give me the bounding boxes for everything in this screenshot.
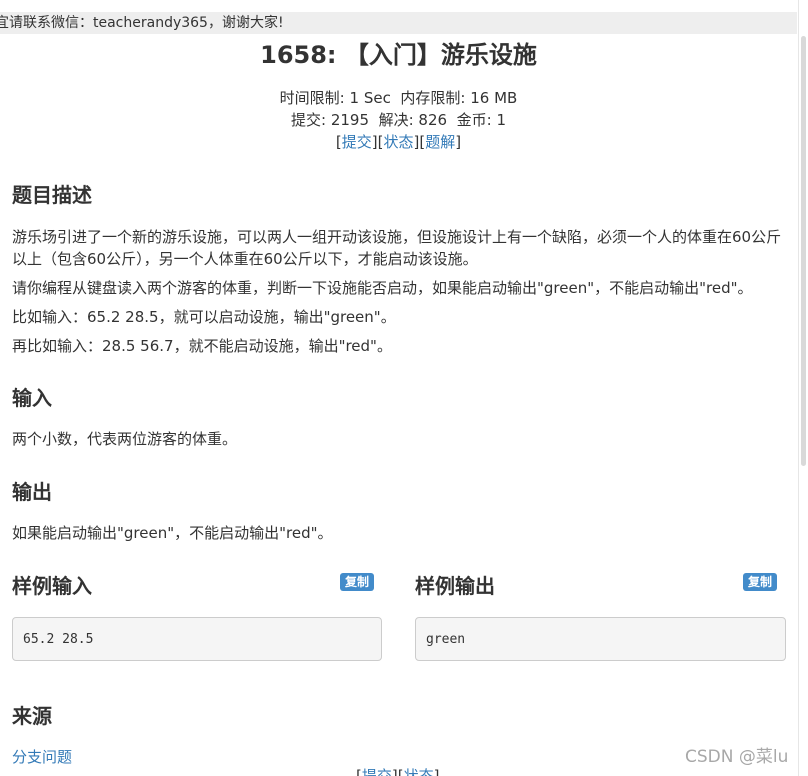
description-paragraph-2: 请你编程从键盘读入两个游客的体重，判断一下设施能否启动，如果能启动输出"gree… (12, 279, 753, 297)
sample-input-heading: 样例输入 (12, 574, 92, 598)
footer-actions: [提交][状态] (356, 767, 439, 776)
output-heading: 输出 (12, 480, 52, 504)
vertical-scrollbar[interactable] (798, 0, 808, 776)
solved-count-label: 解决: (378, 111, 414, 129)
copy-sample-output-button[interactable]: 复制 (743, 573, 778, 591)
scrollbar-thumb[interactable] (801, 36, 806, 466)
status-link[interactable]: 状态 (383, 133, 413, 151)
description-paragraph-3: 比如输入：65.2 28.5，就可以启动设施，输出"green"。 (12, 308, 396, 326)
submit-count: 2195 (330, 111, 370, 129)
memory-limit-value: 16 MB (470, 89, 518, 107)
copy-sample-input-button[interactable]: 复制 (340, 573, 375, 591)
sample-output-heading: 样例输出 (415, 574, 495, 598)
sample-output-box: green (415, 617, 786, 661)
solution-link[interactable]: 题解 (425, 133, 455, 151)
input-description: 两个小数，代表两位游客的体重。 (12, 430, 238, 448)
problem-title: 1658: 【入门】游乐设施 (260, 41, 537, 69)
solved-count: 826 (418, 111, 448, 129)
csdn-watermark: CSDN @菜lu (685, 747, 789, 767)
source-link[interactable]: 分支问题 (12, 746, 72, 768)
output-description: 如果能启动输出"green"，不能启动输出"red"。 (12, 524, 333, 542)
source-heading: 来源 (12, 704, 52, 728)
coins-label: 金币: (456, 111, 492, 129)
notice-banner: 宜请联系微信：teacherandy365，谢谢大家! (0, 12, 797, 34)
footer-submit-link[interactable]: 提交 (362, 767, 392, 776)
time-limit-value: 1 Sec (349, 89, 391, 107)
stats-line: 提交: 2195 解决: 826 金币: 1 (0, 109, 797, 131)
submit-count-label: 提交: (291, 111, 327, 129)
input-heading: 输入 (12, 386, 52, 410)
description-heading: 题目描述 (12, 183, 92, 207)
description-paragraph-1: 游乐场引进了一个新的游乐设施，可以两人一组开动该设施，但设施设计上有一个缺陷，必… (12, 228, 782, 268)
footer-status-link[interactable]: 状态 (404, 767, 434, 776)
memory-limit-label: 内存限制: (400, 89, 466, 107)
submit-link[interactable]: 提交 (342, 133, 372, 151)
description-paragraph-4: 再比如输入：28.5 56.7，就不能启动设施，输出"red"。 (12, 337, 392, 355)
sample-input-box: 65.2 28.5 (12, 617, 382, 661)
problem-actions: [提交][状态][题解] (335, 133, 462, 151)
limits-line: 时间限制: 1 Sec 内存限制: 16 MB (0, 87, 797, 109)
coins-value: 1 (496, 111, 506, 129)
time-limit-label: 时间限制: (279, 89, 345, 107)
